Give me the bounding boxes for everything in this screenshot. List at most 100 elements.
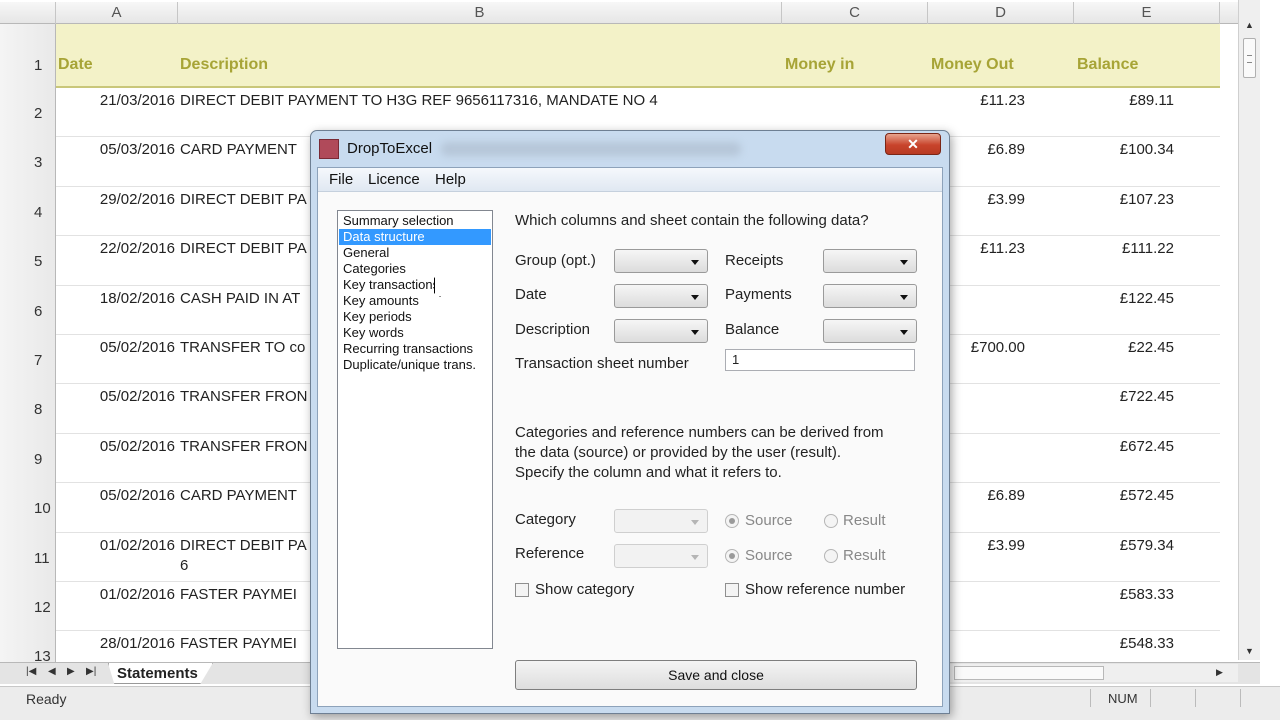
cell-date[interactable]: 18/02/2016: [60, 290, 175, 307]
cell-date[interactable]: 01/02/2016: [60, 586, 175, 603]
header-money-in[interactable]: Money in: [785, 56, 854, 74]
description-column-select[interactable]: [614, 319, 708, 343]
category-source-label[interactable]: Source: [745, 512, 793, 529]
reference-source-radio[interactable]: [725, 549, 739, 563]
row-header[interactable]: 5: [0, 253, 56, 270]
section-list[interactable]: Summary selection Data structure General Ca…: [337, 210, 493, 649]
cell-date[interactable]: 05/02/2016: [60, 339, 175, 356]
cell-description[interactable]: TRANSFER TO co: [180, 339, 305, 356]
cell-description[interactable]: DIRECT DEBIT PAYMENT TO H3G REF 96561173…: [180, 92, 658, 109]
horizontal-scroll-thumb[interactable]: [954, 666, 1104, 680]
cell-description[interactable]: CASH PAID IN AT: [180, 290, 300, 307]
scroll-down-icon[interactable]: ▼: [1245, 646, 1254, 656]
row-header[interactable]: 9: [0, 451, 56, 468]
nav-item[interactable]: Categories: [339, 261, 491, 277]
cell-date[interactable]: 05/02/2016: [60, 438, 175, 455]
cell-date[interactable]: 05/02/2016: [60, 388, 175, 405]
cell-date[interactable]: 21/03/2016: [60, 92, 175, 109]
payments-column-select[interactable]: [823, 284, 917, 308]
cell-balance[interactable]: £672.45: [1074, 438, 1174, 455]
row-header[interactable]: 12: [0, 599, 56, 616]
cell-description[interactable]: DIRECT DEBIT PA: [180, 240, 307, 257]
cell-description[interactable]: TRANSFER FRON: [180, 388, 308, 405]
nav-item[interactable]: General: [339, 245, 491, 261]
row-header[interactable]: 4: [0, 204, 56, 221]
cell-date[interactable]: 01/02/2016: [60, 537, 175, 554]
reference-result-radio[interactable]: [824, 549, 838, 563]
cell-description[interactable]: CARD PAYMENT: [180, 487, 297, 504]
cell-balance[interactable]: £583.33: [1074, 586, 1174, 603]
cell-balance[interactable]: £579.34: [1074, 537, 1174, 554]
prev-sheet-icon[interactable]: ◀: [48, 666, 56, 677]
header-balance[interactable]: Balance: [1077, 56, 1138, 74]
show-reference-checkbox[interactable]: [725, 583, 739, 597]
header-money-out[interactable]: Money Out: [931, 56, 1014, 74]
column-header-d[interactable]: D: [928, 2, 1074, 24]
row-header[interactable]: 7: [0, 352, 56, 369]
row-header[interactable]: 3: [0, 154, 56, 171]
column-header-b[interactable]: B: [178, 2, 782, 24]
last-sheet-icon[interactable]: ▶|: [86, 666, 96, 677]
scroll-right-icon[interactable]: ▶: [1216, 667, 1223, 678]
cell-balance[interactable]: £107.23: [1074, 191, 1174, 208]
cell-money-out[interactable]: £11.23: [928, 92, 1025, 109]
save-and-close-button[interactable]: Save and close: [515, 660, 917, 690]
row-header[interactable]: 10: [0, 500, 56, 517]
cell-balance[interactable]: £722.45: [1074, 388, 1174, 405]
reference-column-select[interactable]: [614, 544, 708, 568]
menu-licence[interactable]: Licence: [368, 171, 420, 188]
horizontal-scrollbar[interactable]: ▶: [948, 664, 1238, 682]
show-category-label[interactable]: Show category: [535, 581, 634, 598]
scroll-up-icon[interactable]: ▲: [1245, 20, 1254, 30]
reference-source-label[interactable]: Source: [745, 547, 793, 564]
sheet-number-input[interactable]: 1: [725, 349, 915, 371]
reference-result-label[interactable]: Result: [843, 547, 886, 564]
show-reference-label[interactable]: Show reference number: [745, 581, 905, 598]
category-result-label[interactable]: Result: [843, 512, 886, 529]
row-header-1[interactable]: 1: [0, 57, 56, 74]
first-sheet-icon[interactable]: |◀: [26, 666, 36, 677]
cell-date[interactable]: 22/02/2016: [60, 240, 175, 257]
cell-balance[interactable]: £100.34: [1074, 141, 1174, 158]
cell-balance[interactable]: £111.22: [1074, 240, 1174, 257]
cell-description[interactable]: FASTER PAYMEI: [180, 635, 297, 652]
header-date[interactable]: Date: [58, 56, 93, 74]
nav-item[interactable]: Key words: [339, 325, 491, 341]
menu-file[interactable]: File: [329, 171, 353, 188]
cell-balance[interactable]: £22.45: [1074, 339, 1174, 356]
column-header-e[interactable]: E: [1074, 2, 1220, 24]
cell-balance[interactable]: £572.45: [1074, 487, 1174, 504]
cell-date[interactable]: 05/02/2016: [60, 487, 175, 504]
row-header[interactable]: 8: [0, 401, 56, 418]
cell-balance[interactable]: £548.33: [1074, 635, 1174, 652]
nav-item[interactable]: Recurring transactions: [339, 341, 491, 357]
nav-item[interactable]: Summary selection: [339, 213, 491, 229]
balance-column-select[interactable]: [823, 319, 917, 343]
nav-item[interactable]: Key periods: [339, 309, 491, 325]
nav-item[interactable]: Data structure: [339, 229, 491, 245]
group-column-select[interactable]: [614, 249, 708, 273]
cell-description[interactable]: FASTER PAYMEI: [180, 586, 297, 603]
vertical-scroll-thumb[interactable]: [1243, 38, 1256, 78]
date-column-select[interactable]: [614, 284, 708, 308]
nav-item[interactable]: Key transactions: [339, 277, 491, 293]
cell-description-wrap[interactable]: 6: [180, 557, 188, 574]
next-sheet-icon[interactable]: ▶: [67, 666, 75, 677]
cell-description[interactable]: CARD PAYMENT: [180, 141, 297, 158]
cell-balance[interactable]: £89.11: [1074, 92, 1174, 109]
header-description[interactable]: Description: [180, 56, 268, 74]
category-column-select[interactable]: [614, 509, 708, 533]
cell-date[interactable]: 05/03/2016: [60, 141, 175, 158]
nav-item[interactable]: Key amounts: [339, 293, 491, 309]
show-category-checkbox[interactable]: [515, 583, 529, 597]
cell-description[interactable]: TRANSFER FRON: [180, 438, 308, 455]
category-result-radio[interactable]: [824, 514, 838, 528]
receipts-column-select[interactable]: [823, 249, 917, 273]
vertical-scrollbar[interactable]: ▲ ▼: [1238, 0, 1260, 660]
row-header[interactable]: 6: [0, 303, 56, 320]
select-all-corner[interactable]: [0, 2, 56, 24]
row-header[interactable]: 2: [0, 105, 56, 122]
close-button[interactable]: ✕: [885, 133, 941, 155]
cell-date[interactable]: 29/02/2016: [60, 191, 175, 208]
column-header-c[interactable]: C: [782, 2, 928, 24]
